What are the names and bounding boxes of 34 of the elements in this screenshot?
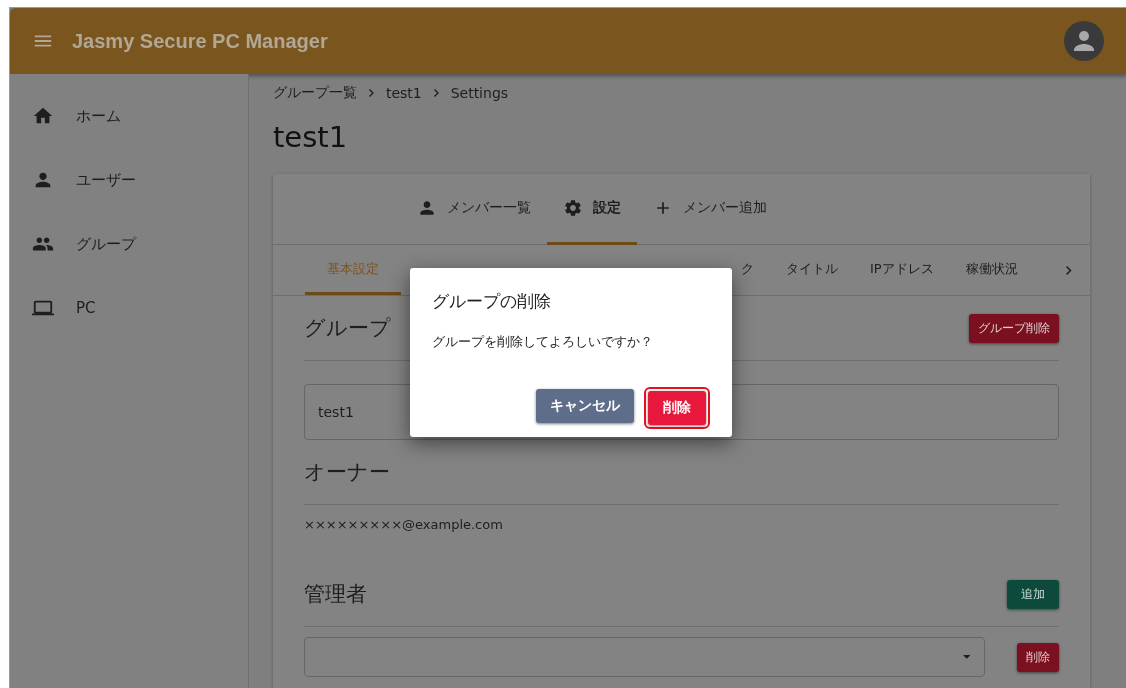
- chevron-right-icon: [369, 89, 374, 97]
- breadcrumb-link[interactable]: Settings: [450, 85, 509, 101]
- tab[interactable]: 設定: [546, 174, 637, 245]
- app-title: Jasmy Secure PC Manager: [72, 29, 329, 53]
- tab[interactable]: メンバー追加: [636, 174, 783, 245]
- delete-group-button[interactable]: グループ削除: [969, 313, 1059, 343]
- settings-icon: [562, 198, 583, 218]
- breadcrumb-link[interactable]: グループ一覧: [273, 84, 357, 102]
- tab[interactable]: タイトル: [770, 245, 854, 295]
- dialog-title: グループの削除: [432, 290, 552, 313]
- dropdown-caret-icon: [962, 655, 970, 659]
- owner-email: ×××××××××@example.com: [304, 516, 504, 534]
- nav-item[interactable]: ホーム: [10, 84, 248, 148]
- tab[interactable]: IPアドレス: [854, 245, 950, 295]
- chevron-right-icon: [1066, 265, 1072, 275]
- section-heading: グループ: [304, 315, 391, 342]
- breadcrumb-link[interactable]: test1: [385, 85, 422, 101]
- delete-button[interactable]: 削除: [1017, 642, 1059, 672]
- nav-item[interactable]: ユーザー: [10, 148, 248, 212]
- admin-select[interactable]: [304, 637, 985, 677]
- nav-item[interactable]: PC: [10, 276, 248, 340]
- add-button[interactable]: 追加: [1007, 579, 1059, 609]
- tab[interactable]: メンバー一覧: [400, 174, 547, 245]
- section-heading: 管理者: [304, 581, 367, 608]
- delete-button[interactable]: 削除: [648, 391, 706, 425]
- page-title: test1: [273, 120, 349, 154]
- cancel-button[interactable]: キャンセル: [536, 389, 634, 423]
- avatar-icon[interactable]: [1064, 21, 1104, 61]
- tab[interactable]: 稼働状況: [949, 245, 1034, 295]
- tab[interactable]: ク: [735, 245, 770, 295]
- dialog-message: グループを削除してよろしいですか？: [432, 333, 654, 351]
- chevron-right-icon: [433, 89, 439, 97]
- section-heading: オーナー: [304, 459, 390, 486]
- nav-item[interactable]: グループ: [10, 212, 248, 276]
